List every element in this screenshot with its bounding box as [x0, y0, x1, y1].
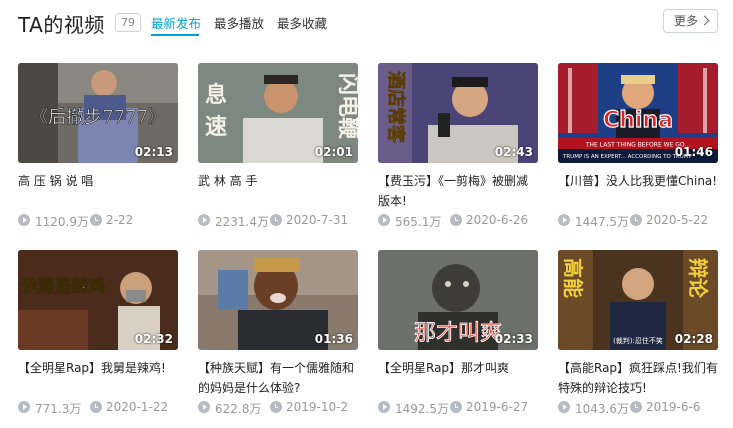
video-meta: 2231.4万 2020-7-31	[198, 213, 373, 229]
video-count-badge: 79	[115, 13, 141, 32]
play-count: 1492.5万	[395, 402, 449, 416]
video-duration: 01:36	[314, 332, 353, 346]
play-count-icon	[378, 401, 390, 413]
section-title: TA的视频	[18, 13, 105, 37]
clock-icon	[90, 214, 102, 226]
video-thumbnail[interactable]: 01:36	[198, 250, 358, 350]
clock-icon	[630, 214, 642, 226]
play-count: 565.1万	[395, 215, 442, 229]
video-thumbnail[interactable]: 那才叫爽 02:33	[378, 250, 538, 350]
video-meta: 771.3万 2020-1-22	[18, 400, 193, 416]
video-card[interactable]: 高能 辩论 (裁判):忍住不笑 02:28 【高能Rap】疯狂踩点!我们有特殊的…	[558, 250, 718, 416]
video-title[interactable]: 【费玉污】《一剪梅》被删减版本!	[378, 171, 538, 211]
video-meta: 1492.5万 2019-6-27	[378, 400, 553, 416]
thumbnail-caption: 高能	[561, 258, 585, 298]
thumbnail-caption: (裁判):忍住不笑	[613, 336, 663, 345]
thumbnail-caption: 速	[205, 114, 227, 140]
active-tab-underline	[151, 34, 199, 36]
clock-icon	[270, 401, 282, 413]
play-count: 1447.5万	[575, 215, 629, 229]
video-meta: 565.1万 2020-6-26	[378, 213, 553, 229]
video-thumbnail[interactable]: 我舅是辣鸡 02:32	[18, 250, 178, 350]
thumbnail-caption: 酒店常客	[385, 71, 407, 144]
video-card[interactable]: 酒店常客 02:43 【费玉污】《一剪梅》被删减版本! 565.1万 2020-…	[378, 63, 538, 229]
video-title[interactable]: 【川普】没人比我更懂China!	[558, 171, 718, 191]
video-meta: 1447.5万 2020-5-22	[558, 213, 733, 229]
upload-date: 2019-6-6	[646, 400, 701, 414]
thumbnail-caption: 那才叫爽	[414, 321, 502, 346]
video-duration: 02:43	[494, 145, 533, 159]
video-title[interactable]: 【种族天赋】有一个儒雅随和的妈妈是什么体验?	[198, 358, 358, 398]
clock-icon	[270, 214, 282, 226]
play-count-icon	[198, 214, 210, 226]
upload-date: 2019-10-2	[286, 400, 349, 414]
more-button[interactable]: 更多	[663, 9, 718, 33]
video-card[interactable]: China THE LAST THING BEFORE WE GO... TRU…	[558, 63, 718, 229]
video-thumbnail[interactable]: 息 速 闪电鞭 02:01	[198, 63, 358, 163]
thumbnail-caption: 闪电鞭	[335, 73, 358, 140]
play-count-icon	[378, 214, 390, 226]
play-count: 1120.9万	[35, 215, 89, 229]
video-card[interactable]: 《后撤步7777》 02:13 高 压 锅 说 唱 1120.9万 2-22	[18, 63, 178, 229]
video-meta: 1120.9万 2-22	[18, 213, 193, 229]
video-duration: 02:01	[314, 145, 353, 159]
thumbnail-caption: China	[603, 108, 673, 133]
play-count: 1043.6万	[575, 402, 629, 416]
clock-icon	[450, 214, 462, 226]
upload-date: 2-22	[106, 213, 134, 227]
clock-icon	[450, 401, 462, 413]
video-meta: 1043.6万 2019-6-6	[558, 400, 733, 416]
video-title[interactable]: 【高能Rap】疯狂踩点!我们有特殊的辩论技巧!	[558, 358, 718, 398]
video-duration: 02:33	[494, 332, 533, 346]
thumbnail-caption: 《后撤步7777》	[30, 107, 166, 128]
video-card[interactable]: 那才叫爽 02:33 【全明星Rap】那才叫爽 1492.5万 2019-6-2…	[378, 250, 538, 416]
video-duration: 02:32	[134, 332, 173, 346]
play-count-icon	[18, 401, 30, 413]
tab-most-played[interactable]: 最多播放	[214, 13, 264, 32]
video-card[interactable]: 息 速 闪电鞭 02:01 武 林 高 手 2231.4万 2020-7-31	[198, 63, 358, 229]
thumbnail-caption: 辩论	[686, 258, 710, 299]
upload-date: 2020-6-26	[466, 213, 529, 227]
thumbnail-caption: 息	[205, 82, 227, 108]
play-count: 622.8万	[215, 402, 262, 416]
play-count-icon	[18, 214, 30, 226]
video-thumbnail[interactable]: China THE LAST THING BEFORE WE GO... TRU…	[558, 63, 718, 163]
video-duration: 02:28	[674, 332, 713, 346]
videos-header: TA的视频 79 最新发布 最多播放 最多收藏 更多	[0, 0, 733, 44]
upload-date: 2019-6-27	[466, 400, 529, 414]
video-thumbnail[interactable]: 酒店常客 02:43	[378, 63, 538, 163]
video-thumbnail[interactable]: 《后撤步7777》 02:13	[18, 63, 178, 163]
video-title[interactable]: 高 压 锅 说 唱	[18, 171, 178, 191]
video-title[interactable]: 武 林 高 手	[198, 171, 358, 191]
video-duration: 01:46	[674, 145, 713, 159]
thumbnail-caption: 我舅是辣鸡	[21, 276, 106, 297]
chevron-right-icon	[699, 15, 710, 26]
video-thumbnail[interactable]: 高能 辩论 (裁判):忍住不笑 02:28	[558, 250, 718, 350]
play-count: 2231.4万	[215, 215, 269, 229]
clock-icon	[90, 401, 102, 413]
more-label: 更多	[674, 14, 699, 28]
upload-date: 2020-5-22	[646, 213, 709, 227]
upload-date: 2020-7-31	[286, 213, 349, 227]
thumbnail-caption: TRUMP IS AN EXPERT... ACCORDING TO TRUMP	[562, 154, 693, 160]
play-count: 771.3万	[35, 402, 82, 416]
play-count-icon	[558, 401, 570, 413]
video-card[interactable]: 我舅是辣鸡 02:32 【全明星Rap】我舅是辣鸡! 771.3万 2020-1…	[18, 250, 178, 416]
tab-latest[interactable]: 最新发布	[151, 13, 201, 32]
video-title[interactable]: 【全明星Rap】我舅是辣鸡!	[18, 358, 178, 378]
video-title[interactable]: 【全明星Rap】那才叫爽	[378, 358, 538, 378]
video-duration: 02:13	[134, 145, 173, 159]
video-card[interactable]: 01:36 【种族天赋】有一个儒雅随和的妈妈是什么体验? 622.8万 2019…	[198, 250, 358, 416]
video-meta: 622.8万 2019-10-2	[198, 400, 373, 416]
upload-date: 2020-1-22	[106, 400, 169, 414]
clock-icon	[630, 401, 642, 413]
play-count-icon	[558, 214, 570, 226]
play-count-icon	[198, 401, 210, 413]
tab-most-favorited[interactable]: 最多收藏	[277, 13, 327, 32]
